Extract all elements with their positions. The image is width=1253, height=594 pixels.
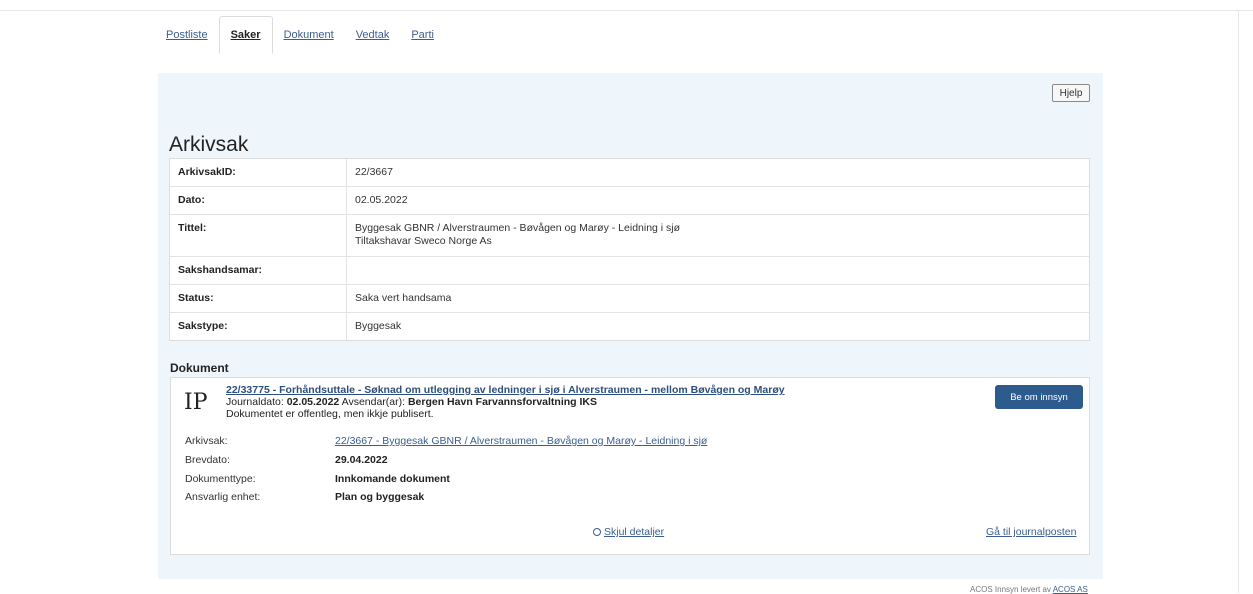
avsendar-label: Avsendar(ar): bbox=[341, 396, 406, 408]
detail-label: Arkivsak: bbox=[185, 435, 228, 447]
journaldato-label: Journaldato: bbox=[226, 396, 284, 408]
tab-bar: Postliste Saker Dokument Vedtak Parti bbox=[155, 16, 445, 54]
table-row: Sakstype: Byggesak bbox=[170, 313, 1089, 340]
table-row: Dato: 02.05.2022 bbox=[170, 187, 1089, 215]
detail-label: Brevdato: bbox=[185, 454, 230, 466]
scrollbar-track bbox=[1238, 10, 1239, 593]
documents-heading: Dokument bbox=[170, 361, 229, 375]
row-value: Byggesak GBNR / Alverstraumen - Bøvågen … bbox=[347, 215, 1089, 256]
hide-details-label: Skjul detaljer bbox=[604, 526, 665, 538]
detail-brevdato: Brevdato: 29.04.2022 bbox=[185, 454, 388, 466]
row-label: ArkivsakID: bbox=[170, 159, 347, 186]
detail-dokumenttype: Dokumenttype: Innkomande dokument bbox=[185, 473, 450, 485]
main-panel: Hjelp Arkivsak ArkivsakID: 22/3667 Dato:… bbox=[158, 73, 1103, 579]
tab-vedtak[interactable]: Vedtak bbox=[345, 16, 401, 54]
table-row: Tittel: Byggesak GBNR / Alverstraumen - … bbox=[170, 215, 1089, 257]
request-access-button[interactable]: Be om innsyn bbox=[995, 385, 1083, 409]
goto-journal-link[interactable]: Gå til journalposten bbox=[986, 526, 1076, 538]
collapse-icon bbox=[593, 528, 601, 536]
row-label: Tittel: bbox=[170, 215, 347, 256]
document-title-link[interactable]: 22/33775 - Forhåndsuttale - Søknad om ut… bbox=[226, 384, 785, 396]
page-title: Arkivsak bbox=[169, 133, 249, 156]
table-row: Status: Saka vert handsama bbox=[170, 285, 1089, 313]
row-value: Byggesak bbox=[355, 320, 402, 332]
help-button[interactable]: Hjelp bbox=[1052, 84, 1090, 102]
detail-value: Plan og byggesak bbox=[335, 491, 425, 503]
detail-label: Ansvarlig enhet: bbox=[185, 491, 261, 503]
tab-dokument[interactable]: Dokument bbox=[273, 16, 345, 54]
tab-parti[interactable]: Parti bbox=[400, 16, 445, 54]
case-details-table: ArkivsakID: 22/3667 Dato: 02.05.2022 Tit… bbox=[169, 158, 1090, 341]
tab-saker[interactable]: Saker bbox=[218, 16, 273, 54]
detail-label: Dokumenttype: bbox=[185, 473, 256, 485]
row-value: 22/3667 bbox=[355, 166, 393, 178]
table-row: Sakshandsamar: bbox=[170, 257, 1089, 285]
avsendar-value: Bergen Havn Farvannsforvaltning IKS bbox=[407, 396, 598, 408]
row-label: Dato: bbox=[170, 187, 347, 214]
row-value: 02.05.2022 bbox=[355, 194, 408, 206]
arkivsak-link[interactable]: 22/3667 - Byggesak GBNR / Alverstraumen … bbox=[335, 435, 707, 447]
document-meta-line: Journaldato: 02.05.2022 Avsendar(ar): Be… bbox=[226, 396, 906, 408]
top-divider bbox=[0, 10, 1253, 11]
tab-postliste[interactable]: Postliste bbox=[155, 16, 219, 54]
detail-arkivsak: Arkivsak: 22/3667 - Byggesak GBNR / Alve… bbox=[185, 435, 707, 447]
row-value bbox=[347, 257, 1089, 284]
row-label: Status: bbox=[170, 285, 347, 312]
detail-ansvarlig: Ansvarlig enhet: Plan og byggesak bbox=[185, 491, 424, 503]
row-value: Saka vert handsama bbox=[355, 292, 452, 304]
detail-value: 29.04.2022 bbox=[335, 454, 388, 466]
row-label: Sakshandsamar: bbox=[170, 257, 347, 284]
document-notice: Dokumentet er offentleg, men ikkje publi… bbox=[226, 408, 434, 420]
row-label: Sakstype: bbox=[170, 313, 347, 340]
journaldato-value: 02.05.2022 bbox=[286, 396, 340, 408]
document-type-code: IP bbox=[184, 390, 208, 415]
hide-details-link[interactable]: Skjul detaljer bbox=[593, 526, 664, 538]
document-header: 22/33775 - Forhåndsuttale - Søknad om ut… bbox=[226, 384, 906, 420]
document-card: IP 22/33775 - Forhåndsuttale - Søknad om… bbox=[170, 377, 1090, 555]
detail-value: Innkomande dokument bbox=[335, 473, 450, 485]
table-row: ArkivsakID: 22/3667 bbox=[170, 159, 1089, 187]
title-line-1: Byggesak GBNR / Alverstraumen - Bøvågen … bbox=[355, 222, 681, 234]
title-line-2: Tiltakshavar Sweco Norge As bbox=[355, 235, 492, 247]
